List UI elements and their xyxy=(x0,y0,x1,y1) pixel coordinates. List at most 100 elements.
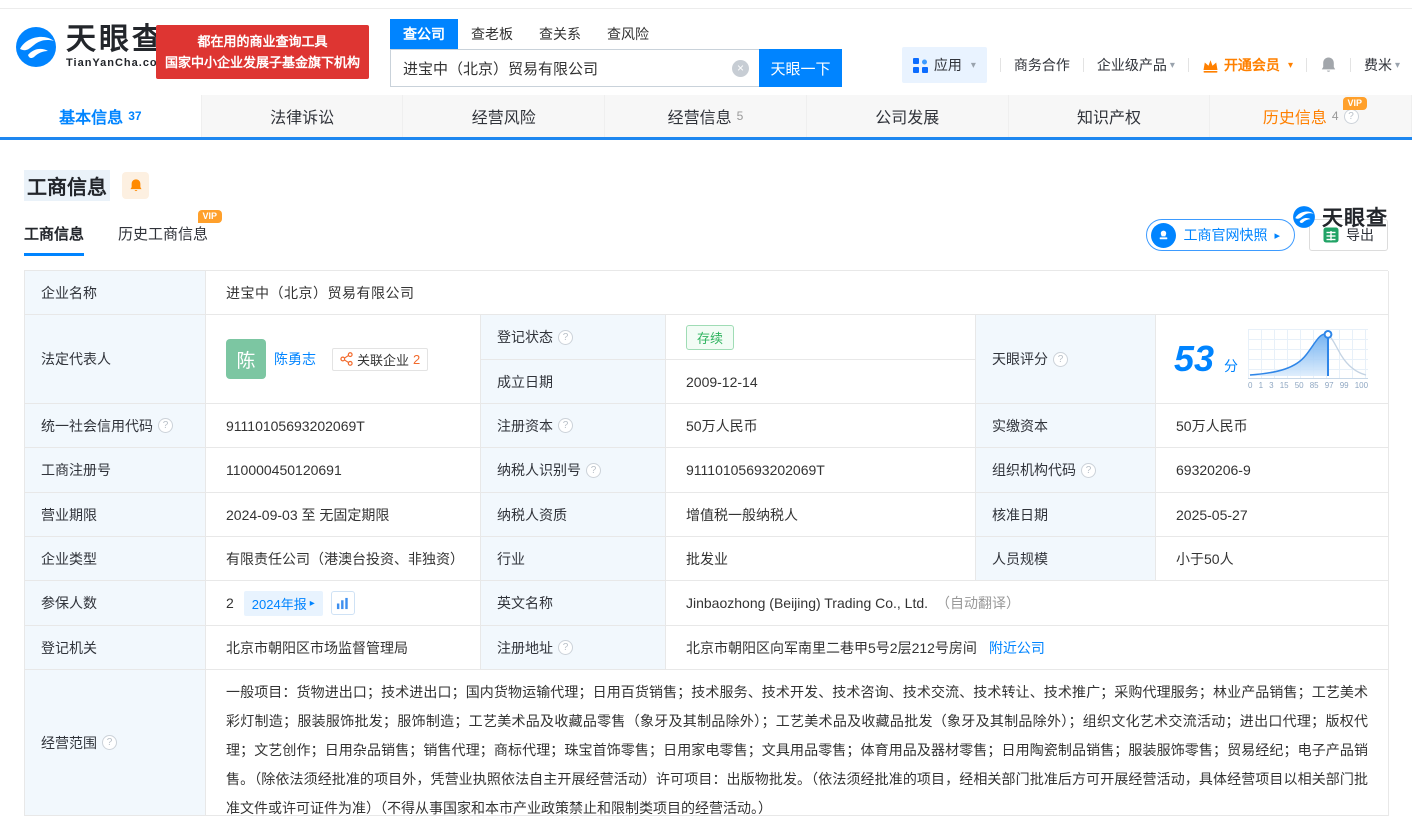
tab-history-info[interactable]: VIP 历史信息 4 ? xyxy=(1210,95,1412,137)
tianyancha-logo[interactable]: 天眼查 TianYanCha.com xyxy=(14,25,168,69)
apps-grid-icon xyxy=(912,57,928,73)
related-companies-button[interactable]: 关联企业 2 xyxy=(332,347,429,371)
insured-trend-chart-button[interactable] xyxy=(330,591,355,615)
tab-label: 基本信息 xyxy=(59,110,124,127)
top-bar: 天眼查 TianYanCha.com 都在用的商业查询工具 国家中小企业发展子基… xyxy=(0,9,1412,95)
clear-search-icon[interactable]: × xyxy=(732,60,749,77)
tianyan-score-value[interactable]: 53 分 0 1 3 15 50 85 97 99 100 xyxy=(1156,315,1389,404)
field-label: 工商注册号 xyxy=(25,448,206,493)
help-icon[interactable]: ? xyxy=(558,329,573,345)
tab-label: 经营信息 xyxy=(667,110,732,127)
vip-badge: VIP xyxy=(197,209,223,223)
nearby-companies-link[interactable]: 附近公司 xyxy=(989,638,1045,658)
help-icon[interactable]: ? xyxy=(586,462,601,478)
search-tab-relation[interactable]: 查关系 xyxy=(526,19,594,49)
field-value: 批发业 xyxy=(666,537,976,581)
search-input[interactable] xyxy=(391,50,759,86)
tab-operating-risk[interactable]: 经营风险 xyxy=(403,95,606,137)
legal-rep-link[interactable]: 陈勇志 xyxy=(274,349,316,369)
field-label: 英文名称 xyxy=(481,581,666,626)
tab-count: 5 xyxy=(736,109,744,123)
field-label: 经营范围? xyxy=(25,670,206,816)
arrow-right-icon: ▸ xyxy=(1274,229,1280,242)
bar-chart-icon xyxy=(337,597,348,609)
tab-basic-info[interactable]: 基本信息 37 xyxy=(0,95,202,137)
insured-count-value: 2 2024年报 ▸ xyxy=(206,581,481,626)
brand-name: 天眼查 xyxy=(66,23,165,56)
tianyancha-eye-icon xyxy=(1293,206,1315,228)
tab-count: 4 xyxy=(1331,109,1339,123)
field-value: 69320206-9 xyxy=(1156,448,1389,493)
field-value: 小于50人 xyxy=(1156,537,1389,581)
subscribe-bell-button[interactable] xyxy=(122,171,149,199)
field-label: 注册资本? xyxy=(481,404,666,448)
subtab-label: 历史工商信息 xyxy=(118,225,209,243)
field-value: 增值税一般纳税人 xyxy=(666,493,976,537)
score-unit: 分 xyxy=(1224,358,1239,374)
apps-label: 应用 xyxy=(933,57,962,73)
main-content: 工商信息 天眼查 工商信息 历史工商信息 VIP 工商官网快照 ▸ 导出 企业名… xyxy=(0,169,1412,816)
tab-operating-info[interactable]: 经营信息 5 xyxy=(605,95,807,137)
search-button[interactable]: 天眼一下 xyxy=(759,49,842,87)
tab-legal-litigation[interactable]: 法律诉讼 xyxy=(202,95,404,137)
help-icon[interactable]: ? xyxy=(1081,462,1096,478)
tianyancha-watermark: 天眼查 xyxy=(1292,202,1388,232)
help-icon[interactable]: ? xyxy=(558,418,573,433)
registration-status-value: 存续 xyxy=(666,315,976,360)
field-label: 登记状态 ? xyxy=(481,315,666,360)
field-label: 人员规模 xyxy=(976,537,1156,581)
score-distribution-chart: 0 1 3 15 50 85 97 99 100 xyxy=(1248,328,1369,390)
company-name-value: 进宝中（北京）贸易有限公司 xyxy=(206,271,1389,315)
help-icon[interactable]: ? xyxy=(1053,351,1068,367)
related-companies-label: 关联企业 xyxy=(357,352,410,368)
tab-label: 法律诉讼 xyxy=(270,110,335,127)
tab-intellectual-property[interactable]: 知识产权 xyxy=(1009,95,1211,137)
registration-authority-value: 北京市朝阳区市场监督管理局 xyxy=(206,626,481,670)
field-label: 成立日期 xyxy=(481,360,666,404)
tianyancha-eye-icon xyxy=(16,27,56,67)
search-tab-boss[interactable]: 查老板 xyxy=(458,19,526,49)
field-label: 注册地址? xyxy=(481,626,666,670)
help-icon[interactable]: ? xyxy=(158,418,173,433)
user-menu[interactable]: 费米 ▾ xyxy=(1364,55,1400,75)
enterprise-products-menu[interactable]: 企业级产品 ▾ xyxy=(1097,55,1175,75)
search-box: × xyxy=(390,49,759,87)
tab-count: 37 xyxy=(128,109,142,123)
field-label: 统一社会信用代码? xyxy=(25,404,206,448)
establish-date-value: 2009-12-14 xyxy=(666,360,976,404)
chevron-down-icon: ▾ xyxy=(1169,59,1175,71)
menu-divider xyxy=(1082,58,1084,72)
legal-rep-value: 陈 陈勇志 关联企业 2 xyxy=(206,315,481,404)
field-label: 企业类型 xyxy=(25,537,206,581)
annual-report-badge[interactable]: 2024年报 ▸ xyxy=(243,590,323,616)
related-companies-count: 2 xyxy=(413,351,421,367)
bell-icon xyxy=(129,178,142,191)
snapshot-label: 工商官网快照 xyxy=(1183,227,1268,243)
subtab-business-info[interactable]: 工商信息 xyxy=(24,223,85,256)
help-icon[interactable]: ? xyxy=(102,735,117,750)
field-value: 110000450120691 xyxy=(206,448,481,493)
field-label: 纳税人识别号? xyxy=(481,448,666,493)
page-top-strip xyxy=(0,0,1412,9)
field-value: 91110105693202069T xyxy=(206,404,481,448)
field-value: 50万人民币 xyxy=(666,404,976,448)
business-cooperation-link[interactable]: 商务合作 xyxy=(1014,55,1070,75)
field-label: 实缴资本 xyxy=(976,404,1156,448)
help-icon[interactable]: ? xyxy=(558,640,573,655)
registered-address-value: 北京市朝阳区向军南里二巷甲5号2层212号房间 附近公司 xyxy=(666,626,1389,670)
company-section-nav: 基本信息 37 法律诉讼 经营风险 经营信息 5 公司发展 知识产权 VIP 历… xyxy=(0,95,1412,140)
enterprise-products-label: 企业级产品 xyxy=(1096,57,1167,73)
notification-bell-icon[interactable] xyxy=(1320,56,1337,74)
tab-company-development[interactable]: 公司发展 xyxy=(807,95,1009,137)
subtab-history-business-info[interactable]: 历史工商信息 VIP xyxy=(118,209,223,256)
help-icon[interactable]: ? xyxy=(1343,108,1359,124)
annual-report-label: 2024年报 xyxy=(251,596,307,612)
search-tab-risk[interactable]: 查风险 xyxy=(594,19,662,49)
arrow-right-icon: ▸ xyxy=(309,597,315,609)
search-tab-company[interactable]: 查公司 xyxy=(390,19,458,49)
top-menu: 应用 ▾ 商务合作 企业级产品 ▾ 开通会员 ▾ 费米 ▾ xyxy=(901,47,1400,83)
official-snapshot-button[interactable]: 工商官网快照 ▸ xyxy=(1146,219,1295,251)
avatar[interactable]: 陈 xyxy=(226,339,266,379)
open-vip-menu[interactable]: 开通会员 ▾ xyxy=(1202,55,1293,75)
apps-menu[interactable]: 应用 ▾ xyxy=(901,47,987,83)
